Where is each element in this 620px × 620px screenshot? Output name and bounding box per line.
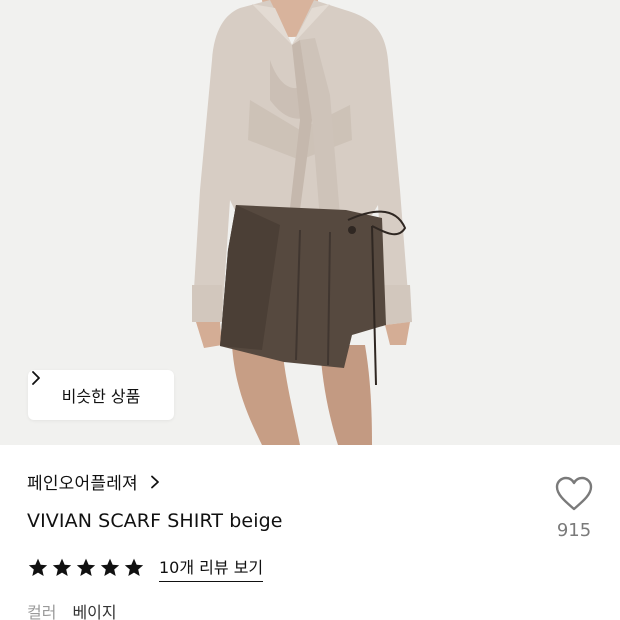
like-count: 915 xyxy=(556,520,592,541)
chevron-right-icon xyxy=(150,475,159,488)
product-image[interactable]: 비슷한 상품 xyxy=(0,0,620,445)
brand-link[interactable]: 페인오어플레져 xyxy=(27,469,162,494)
star-filled-icon xyxy=(100,558,120,576)
like-button[interactable] xyxy=(548,470,600,518)
similar-products-button[interactable]: 비슷한 상품 xyxy=(28,370,174,420)
product-title: VIVIAN SCARF SHIRT beige xyxy=(27,510,283,532)
color-label: 컬러 xyxy=(27,603,57,620)
rating-row: 10개 리뷰 보기 xyxy=(27,554,264,582)
similar-products-label: 비슷한 상품 xyxy=(61,387,141,406)
view-reviews-link[interactable]: 10개 리뷰 보기 xyxy=(159,554,264,582)
brand-name: 페인오어플레져 xyxy=(27,474,138,494)
heart-icon xyxy=(555,476,593,511)
color-option-row: 컬러 베이지 xyxy=(27,599,117,620)
star-filled-icon xyxy=(76,558,96,576)
rating-stars xyxy=(27,557,145,579)
star-filled-icon xyxy=(124,558,144,576)
color-value: 베이지 xyxy=(72,603,117,620)
chevron-right-icon xyxy=(32,371,40,385)
star-filled-icon xyxy=(52,558,72,576)
star-filled-icon xyxy=(28,558,48,576)
